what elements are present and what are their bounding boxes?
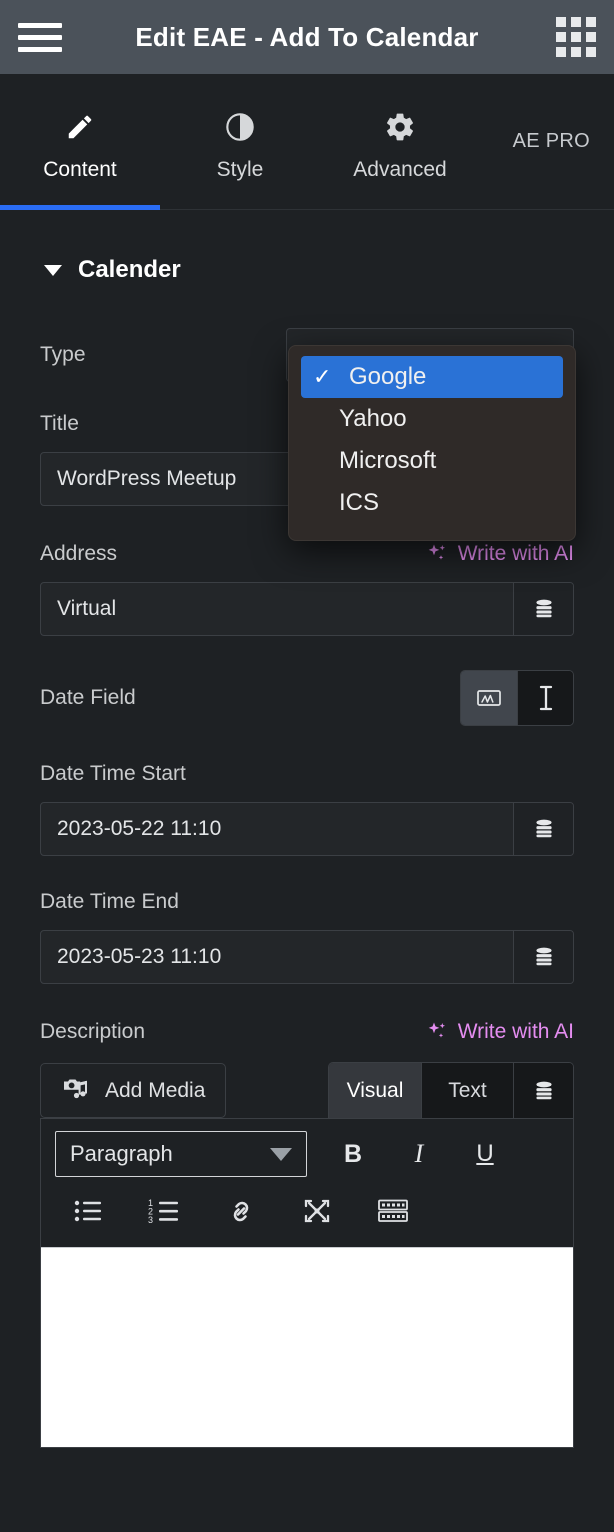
camera-music-icon [61,1074,91,1108]
grid-cell [586,32,596,42]
paragraph-format-value: Paragraph [70,1141,173,1166]
description-label: Description [40,1020,146,1043]
dropdown-option-microsoft[interactable]: Microsoft [289,440,575,482]
contrast-icon [224,110,256,144]
date-time-start-label: Date Time Start [40,762,186,785]
editor-content-area[interactable] [41,1247,573,1447]
tab-text[interactable]: Text [421,1063,513,1118]
tab-style[interactable]: Style [160,74,320,209]
check-icon: ✓ [313,364,332,389]
bold-button[interactable]: B [333,1134,373,1174]
dropdown-option-label: Microsoft [339,447,437,474]
date-time-start-input[interactable] [41,803,513,855]
tab-content[interactable]: Content [0,74,160,210]
grid-cell [571,17,581,27]
dropdown-option-label: ICS [339,489,380,516]
chevron-down-icon [44,264,62,276]
text-cursor-icon[interactable] [517,671,573,725]
write-with-ai-label: Write with AI [457,1020,574,1043]
tab-content-label: Content [43,157,117,181]
write-with-ai-description[interactable]: Write with AI [425,1020,574,1044]
grid-cell [556,32,566,42]
tab-advanced-label: Advanced [353,157,447,181]
field-row-description: Description Write with AI [40,1020,574,1044]
rich-text-editor: Paragraph B I U 1 2 3 [40,1118,574,1448]
address-label: Address [40,542,118,565]
hamburger-bar [18,34,62,40]
dropdown-option-label: Yahoo [339,405,407,432]
date-picker-icon[interactable] [461,671,517,725]
sparkle-icon [425,542,449,566]
editor-header-row: Add Media Visual Text [40,1062,574,1118]
section-header-calender[interactable]: Calender [40,210,574,284]
grid-cell [571,47,581,57]
tab-advanced[interactable]: Advanced [320,74,480,209]
tab-bar: Content Style Advanced AE PRO [0,74,614,210]
add-media-button[interactable]: Add Media [40,1063,227,1118]
page-title: Edit EAE - Add To Calendar [135,21,479,52]
dropdown-option-yahoo[interactable]: Yahoo [289,398,575,440]
grid-apps-icon[interactable] [556,17,596,57]
hamburger-icon[interactable] [18,22,62,52]
title-label: Title [40,412,79,435]
address-input[interactable] [41,583,513,635]
hamburger-bar [18,46,62,52]
section-title: Calender [78,256,181,283]
fullscreen-icon[interactable] [293,1191,341,1231]
editor-view-tabs: Visual Text [328,1062,574,1118]
svg-text:3: 3 [148,1215,153,1224]
sparkle-icon [425,1020,449,1044]
database-icon-description[interactable] [513,1063,573,1118]
editor-toolbar-row-1: Paragraph B I U [41,1119,573,1187]
ae-pro-badge: AE PRO [512,130,590,152]
write-with-ai-address[interactable]: Write with AI [425,542,574,566]
keyboard-shortcuts-icon[interactable] [369,1191,417,1231]
pencil-icon [65,110,95,144]
grid-cell [571,32,581,42]
hamburger-bar [18,22,62,28]
editor-toolbar-row-2: 1 2 3 [41,1187,573,1247]
grid-cell [586,17,596,27]
dropdown-option-ics[interactable]: ICS [289,482,575,524]
tab-visual[interactable]: Visual [329,1063,421,1118]
field-row-date-field: Date Field [40,670,574,726]
italic-button[interactable]: I [399,1134,439,1174]
type-dropdown-menu: ✓ Google Yahoo Microsoft ICS [288,345,576,541]
date-time-end-input[interactable] [41,931,513,983]
underline-button[interactable]: U [465,1134,505,1174]
date-field-toggle-group [460,670,574,726]
database-icon-address[interactable] [513,583,573,635]
grid-cell [556,17,566,27]
bulleted-list-icon[interactable] [65,1191,113,1231]
date-time-end-label: Date Time End [40,890,179,913]
numbered-list-icon[interactable]: 1 2 3 [141,1191,189,1231]
date-time-end-wrap [40,930,574,984]
chevron-down-icon [270,1147,292,1161]
database-icon-date-end[interactable] [513,931,573,983]
type-label: Type [40,343,86,366]
address-input-wrap [40,582,574,636]
add-media-label: Add Media [105,1078,206,1102]
grid-cell [556,47,566,57]
dropdown-option-google[interactable]: ✓ Google [301,356,563,398]
gear-icon [384,110,416,144]
top-bar: Edit EAE - Add To Calendar [0,0,614,74]
field-row-address: Address Write with AI [40,542,574,566]
paragraph-format-select[interactable]: Paragraph [55,1131,307,1177]
database-icon-date-start[interactable] [513,803,573,855]
link-icon[interactable] [217,1191,265,1231]
dropdown-option-label: Google [349,363,427,390]
tab-style-label: Style [216,157,264,181]
grid-cell [586,47,596,57]
date-field-label: Date Field [40,686,136,709]
date-time-start-wrap [40,802,574,856]
write-with-ai-label: Write with AI [457,542,574,565]
